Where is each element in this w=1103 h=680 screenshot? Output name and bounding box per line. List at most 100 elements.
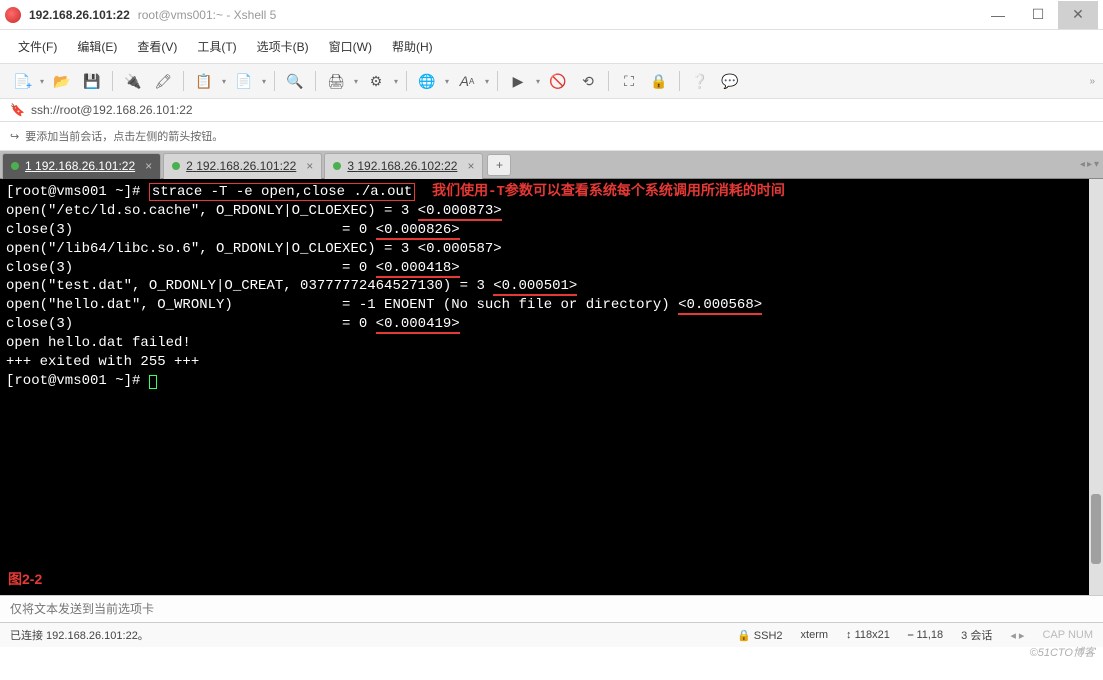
tab-nav: ◂ ▸ ▾ — [1080, 159, 1103, 170]
menu-window[interactable]: 窗口(W) — [321, 34, 380, 59]
refresh-button[interactable]: ⟲ — [574, 68, 602, 94]
reconnect-button[interactable]: 🔌 — [119, 68, 147, 94]
new-session-button[interactable]: 📄+▾ — [8, 68, 36, 94]
tab-1[interactable]: 1 192.168.26.101:22 × — [2, 153, 161, 179]
toolbar-sep — [608, 71, 609, 91]
status-connection: 已连接 192.168.26.101:22。 — [10, 627, 149, 643]
toolbar-overflow-icon[interactable]: » — [1089, 76, 1095, 87]
address-url[interactable]: ssh://root@192.168.26.101:22 — [31, 103, 193, 117]
prompt: [root@vms001 ~]# — [6, 184, 149, 200]
fullscreen-button[interactable]: ⛶ — [615, 68, 643, 94]
arrow-add-icon[interactable]: ↪ — [10, 130, 19, 143]
status-size: ↕ 118x21 — [846, 629, 890, 641]
menu-tab[interactable]: 选项卡(B) — [249, 34, 317, 59]
menu-view[interactable]: 查看(V) — [129, 34, 185, 59]
open-button[interactable]: 📂 — [48, 68, 76, 94]
transfer-button[interactable]: 🖍 — [149, 68, 177, 94]
scroll-thumb[interactable] — [1091, 494, 1101, 564]
window-subtitle: root@vms001:~ - Xshell 5 — [138, 8, 277, 22]
close-button[interactable]: ✕ — [1058, 1, 1098, 29]
tab-close-icon[interactable]: × — [145, 159, 152, 173]
hint-text: 要添加当前会话，点击左侧的箭头按钮。 — [25, 128, 223, 144]
status-nav[interactable]: ◂ ▸ — [1010, 629, 1024, 642]
lock-button[interactable]: 🔒 — [645, 68, 673, 94]
cursor-pos-icon: ⎯ — [908, 629, 914, 641]
app-icon — [5, 7, 21, 23]
time-value: <0.000418> — [376, 260, 460, 278]
tab-num: 1 — [25, 159, 32, 173]
cap-indicator: CAP NUM — [1042, 629, 1093, 641]
toolbar-sep — [112, 71, 113, 91]
paste-button[interactable]: 📄▾ — [230, 68, 258, 94]
send-input[interactable] — [10, 602, 1093, 616]
run-button[interactable]: ▶▾ — [504, 68, 532, 94]
command-text: strace -T -e open,close ./a.out — [149, 183, 415, 201]
tab-3[interactable]: 3 192.168.26.102:22 × — [324, 153, 483, 179]
watermark: ©51CTO博客 — [1030, 644, 1095, 660]
annotation-text: 我们使用-T参数可以查看系统每个系统调用所消耗的时间 — [432, 184, 785, 200]
globe-button[interactable]: 🌐▾ — [413, 68, 441, 94]
time-value: <0.000568> — [678, 297, 762, 315]
status-term: xterm — [801, 629, 829, 641]
term-line: open("/lib64/libc.so.6", O_RDONLY|O_CLOE… — [6, 241, 502, 257]
terminal[interactable]: [root@vms001 ~]# strace -T -e open,close… — [0, 179, 1103, 595]
term-line: open hello.dat failed! — [6, 335, 191, 351]
prompt: [root@vms001 ~]# — [6, 373, 149, 389]
help-button[interactable]: ❔ — [686, 68, 714, 94]
copy-button[interactable]: 📋▾ — [190, 68, 218, 94]
tab-label: 192.168.26.101:22 — [196, 159, 296, 173]
status-bar: 已连接 192.168.26.101:22。 🔒 SSH2 xterm ↕ 11… — [0, 622, 1103, 647]
font-button[interactable]: AA▾ — [453, 68, 481, 94]
tab-2[interactable]: 2 192.168.26.101:22 × — [163, 153, 322, 179]
time-value: <0.000419> — [376, 316, 460, 334]
session-tabs: 1 192.168.26.101:22 × 2 192.168.26.101:2… — [0, 151, 1103, 179]
tab-list-icon[interactable]: ▾ — [1094, 159, 1099, 170]
stop-button[interactable]: 🚫 — [544, 68, 572, 94]
menu-file[interactable]: 文件(F) — [10, 34, 65, 59]
term-line: close(3) = 0 — [6, 222, 376, 238]
time-value: <0.000501> — [493, 278, 577, 296]
status-dot-icon — [11, 162, 19, 170]
bookmark-icon[interactable]: 🔖 — [10, 103, 25, 117]
hint-bar: ↪ 要添加当前会话，点击左侧的箭头按钮。 — [0, 122, 1103, 151]
menu-bar: 文件(F) 编辑(E) 查看(V) 工具(T) 选项卡(B) 窗口(W) 帮助(… — [0, 30, 1103, 64]
search-button[interactable]: 🔍 — [281, 68, 309, 94]
menu-tools[interactable]: 工具(T) — [189, 34, 244, 59]
toolbar-sep — [183, 71, 184, 91]
menu-help[interactable]: 帮助(H) — [384, 34, 441, 59]
send-bar — [0, 595, 1103, 622]
status-pos: ⎯ 11,18 — [908, 629, 943, 642]
toolbar: 📄+▾ 📂 💾 🔌 🖍 📋▾ 📄▾ 🔍 🖨▾ ⚙▾ 🌐▾ AA▾ ▶▾ 🚫 ⟲ … — [0, 64, 1103, 99]
term-line: close(3) = 0 — [6, 316, 376, 332]
tab-num: 2 — [186, 159, 193, 173]
terminal-wrap: [root@vms001 ~]# strace -T -e open,close… — [0, 179, 1103, 595]
chat-button[interactable]: 💬 — [716, 68, 744, 94]
maximize-button[interactable]: ☐ — [1018, 1, 1058, 29]
term-line: open("hello.dat", O_WRONLY) = -1 ENOENT … — [6, 297, 678, 313]
print-button[interactable]: 🖨▾ — [322, 68, 350, 94]
tab-prev-icon[interactable]: ◂ — [1080, 159, 1085, 170]
save-button[interactable]: 💾 — [78, 68, 106, 94]
minimize-button[interactable]: — — [978, 1, 1018, 29]
status-sessions: 3 会话 — [961, 627, 992, 643]
time-value: <0.000873> — [418, 203, 502, 221]
size-icon: ↕ — [846, 629, 852, 641]
toolbar-sep — [679, 71, 680, 91]
toolbar-sep — [406, 71, 407, 91]
toolbar-sep — [497, 71, 498, 91]
window-controls: — ☐ ✕ — [978, 1, 1098, 29]
properties-button[interactable]: ⚙▾ — [362, 68, 390, 94]
time-value: <0.000826> — [376, 222, 460, 240]
tab-close-icon[interactable]: × — [467, 159, 474, 173]
tab-num: 3 — [347, 159, 354, 173]
menu-edit[interactable]: 编辑(E) — [69, 34, 125, 59]
tab-label: 192.168.26.101:22 — [35, 159, 135, 173]
lock-icon: 🔒 — [737, 630, 751, 642]
term-line: open("test.dat", O_RDONLY|O_CREAT, 03777… — [6, 278, 493, 294]
status-dot-icon — [333, 162, 341, 170]
status-dot-icon — [172, 162, 180, 170]
tab-close-icon[interactable]: × — [306, 159, 313, 173]
tab-next-icon[interactable]: ▸ — [1087, 159, 1092, 170]
add-tab-button[interactable]: + — [487, 154, 511, 176]
vertical-scrollbar[interactable] — [1089, 179, 1103, 595]
